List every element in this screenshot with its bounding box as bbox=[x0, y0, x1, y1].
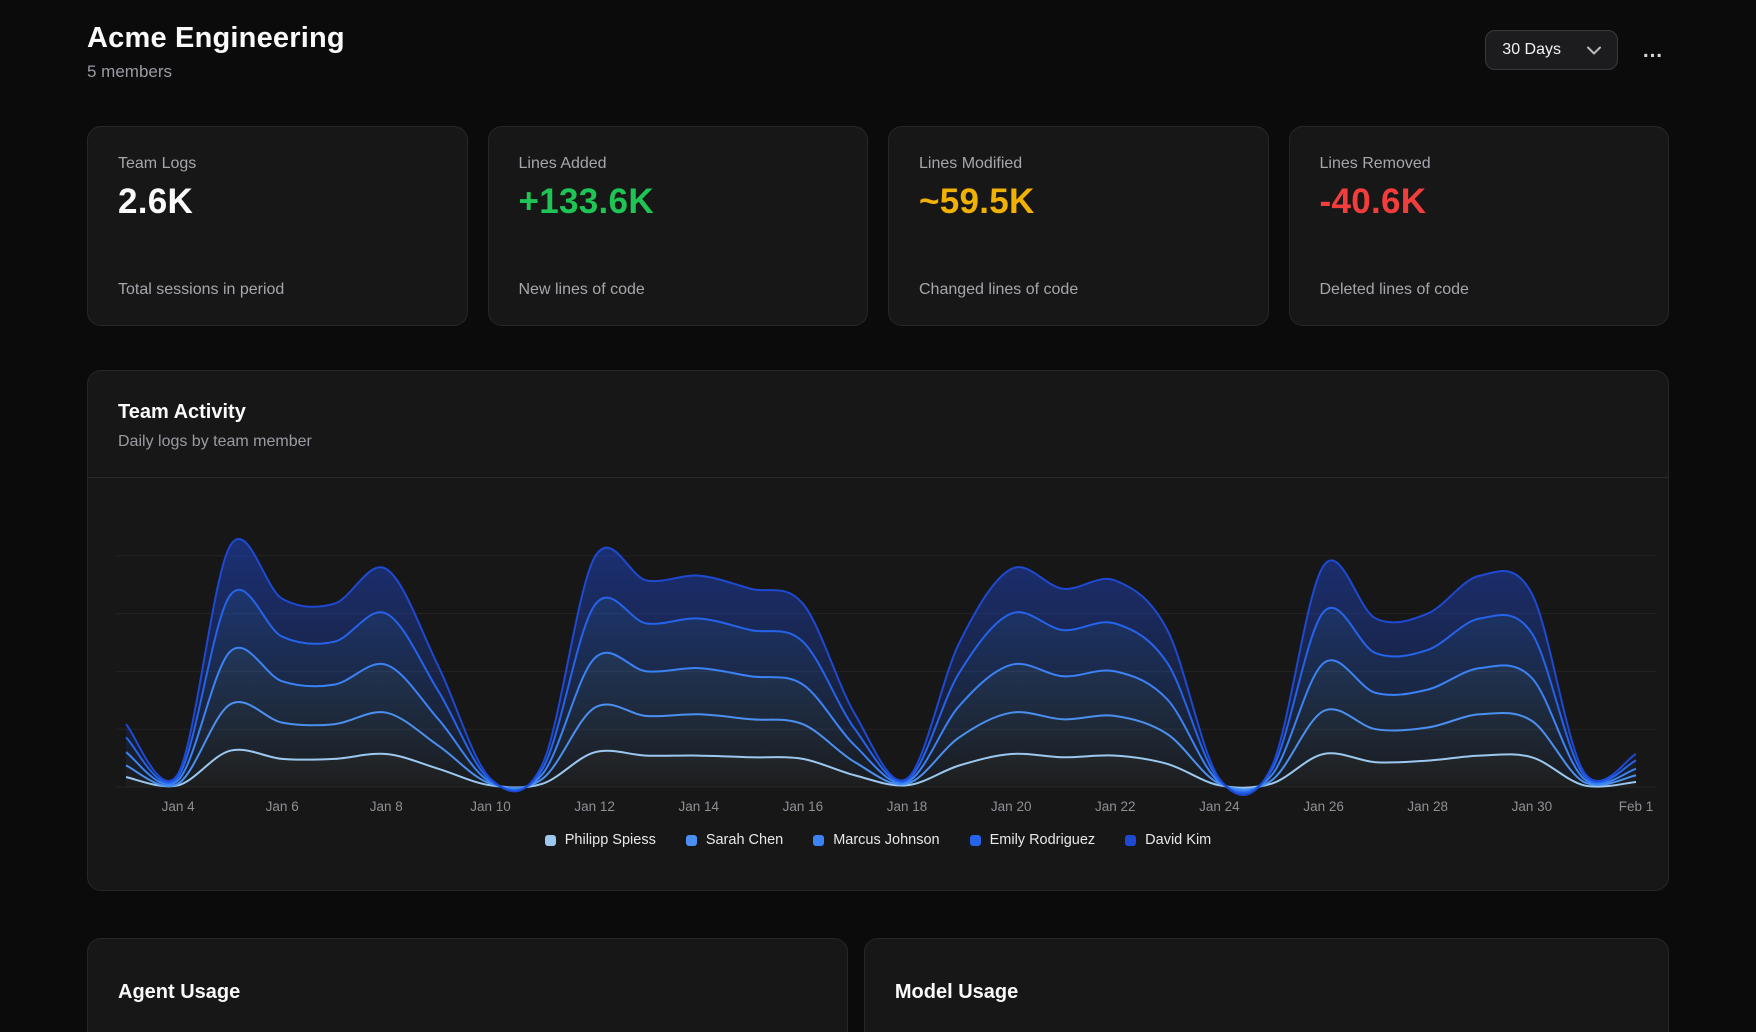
legend-item[interactable]: Philipp Spiess bbox=[545, 832, 656, 848]
stat-description: Deleted lines of code bbox=[1320, 281, 1639, 299]
stat-card-lines-modified: Lines Modified ~59.5K Changed lines of c… bbox=[888, 126, 1269, 326]
team-activity-header: Team Activity Daily logs by team member bbox=[88, 371, 1668, 477]
legend-swatch-icon bbox=[813, 835, 824, 846]
date-range-value: 30 Days bbox=[1502, 41, 1561, 59]
more-options-icon[interactable]: … bbox=[1638, 34, 1669, 67]
legend-swatch-icon bbox=[1125, 835, 1136, 846]
model-usage-card: Model Usage bbox=[864, 938, 1669, 1032]
chart-subtitle: Daily logs by team member bbox=[118, 433, 1638, 451]
agent-usage-title: Agent Usage bbox=[118, 981, 817, 1004]
stat-label: Lines Removed bbox=[1320, 155, 1639, 173]
stat-label: Lines Added bbox=[519, 155, 838, 173]
legend-label: Philipp Spiess bbox=[565, 832, 656, 848]
date-range-select[interactable]: 30 Days bbox=[1485, 30, 1618, 70]
stat-card-team-logs: Team Logs 2.6K Total sessions in period bbox=[87, 126, 468, 326]
x-axis-tick-label: Jan 10 bbox=[470, 799, 511, 814]
x-axis-tick-label: Jan 30 bbox=[1512, 799, 1553, 814]
stat-label: Lines Modified bbox=[919, 155, 1238, 173]
legend-item[interactable]: Emily Rodriguez bbox=[970, 832, 1096, 848]
page-header: Acme Engineering 5 members 30 Days … bbox=[87, 22, 1669, 82]
x-axis-tick-label: Jan 20 bbox=[991, 799, 1032, 814]
chart-legend: Philipp Spiess Sarah Chen Marcus Johnson Em… bbox=[88, 832, 1668, 890]
legend-label: Sarah Chen bbox=[706, 832, 783, 848]
page-title: Acme Engineering bbox=[87, 22, 345, 55]
team-activity-card: Team Activity Daily logs by team member … bbox=[87, 370, 1669, 891]
agent-usage-card: Agent Usage bbox=[87, 938, 848, 1032]
model-usage-title: Model Usage bbox=[895, 981, 1638, 1004]
stat-card-lines-removed: Lines Removed -40.6K Deleted lines of co… bbox=[1289, 126, 1670, 326]
x-axis-tick-label: Jan 22 bbox=[1095, 799, 1136, 814]
x-axis-tick-label: Jan 4 bbox=[162, 799, 196, 814]
stat-value: 2.6K bbox=[118, 182, 437, 222]
stat-description: Total sessions in period bbox=[118, 281, 437, 299]
x-axis-tick-label: Jan 6 bbox=[266, 799, 299, 814]
legend-item[interactable]: David Kim bbox=[1125, 832, 1211, 848]
x-axis-tick-label: Jan 12 bbox=[574, 799, 615, 814]
stat-label: Team Logs bbox=[118, 155, 437, 173]
legend-swatch-icon bbox=[545, 835, 556, 846]
header-actions: 30 Days … bbox=[1485, 30, 1669, 70]
stat-value: -40.6K bbox=[1320, 182, 1639, 222]
chevron-down-icon bbox=[1587, 46, 1601, 55]
x-axis-tick-label: Jan 26 bbox=[1303, 799, 1344, 814]
x-axis-tick-label: Jan 16 bbox=[783, 799, 824, 814]
x-axis-tick-label: Feb 1 bbox=[1619, 799, 1654, 814]
chart-canvas: Jan 4 Jan 6 Jan 8 Jan 10 Jan 12 Jan 14 Jan 16 J… bbox=[88, 478, 1694, 820]
dashboard-page: Acme Engineering 5 members 30 Days … Tea… bbox=[0, 0, 1756, 1032]
member-count: 5 members bbox=[87, 62, 345, 82]
legend-item[interactable]: Sarah Chen bbox=[686, 832, 783, 848]
bottom-row: Agent Usage Model Usage bbox=[87, 938, 1669, 1032]
chart-title: Team Activity bbox=[118, 401, 1638, 424]
legend-item[interactable]: Marcus Johnson bbox=[813, 832, 939, 848]
legend-label: Marcus Johnson bbox=[833, 832, 939, 848]
x-axis-tick-label: Jan 28 bbox=[1407, 799, 1448, 814]
legend-swatch-icon bbox=[970, 835, 981, 846]
stat-value: ~59.5K bbox=[919, 182, 1238, 222]
legend-swatch-icon bbox=[686, 835, 697, 846]
stacked-area-chart: Jan 4 Jan 6 Jan 8 Jan 10 Jan 12 Jan 14 Jan 16 J… bbox=[88, 478, 1668, 820]
stat-description: Changed lines of code bbox=[919, 281, 1238, 299]
stat-value: +133.6K bbox=[519, 182, 838, 222]
stat-description: New lines of code bbox=[519, 281, 838, 299]
stat-card-lines-added: Lines Added +133.6K New lines of code bbox=[488, 126, 869, 326]
stats-row: Team Logs 2.6K Total sessions in period … bbox=[87, 126, 1669, 326]
x-axis-tick-label: Jan 24 bbox=[1199, 799, 1240, 814]
x-axis-tick-label: Jan 18 bbox=[887, 799, 928, 814]
header-titles: Acme Engineering 5 members bbox=[87, 22, 345, 82]
x-axis-tick-label: Jan 8 bbox=[370, 799, 403, 814]
legend-label: David Kim bbox=[1145, 832, 1211, 848]
x-axis-tick-label: Jan 14 bbox=[679, 799, 720, 814]
legend-label: Emily Rodriguez bbox=[990, 832, 1096, 848]
